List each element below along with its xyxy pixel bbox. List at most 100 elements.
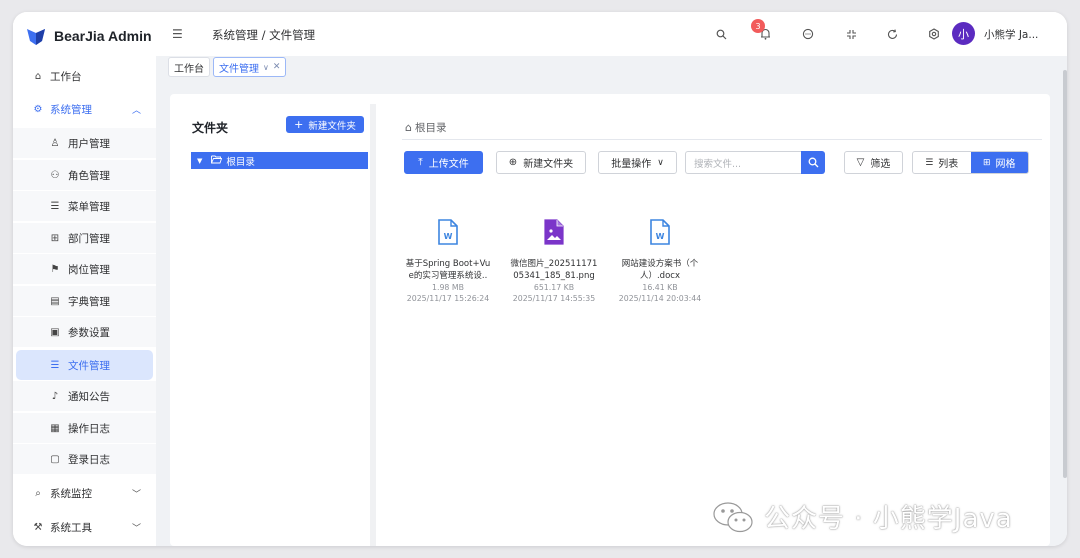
sidebar-item-params[interactable]: ▣ 参数设置 [13, 317, 156, 347]
upload-label: 上传文件 [428, 159, 469, 170]
fullscreen-icon[interactable] [844, 27, 858, 41]
book-icon: ▤ [50, 295, 60, 307]
sidebar-item-label: 通知公告 [68, 390, 110, 403]
plus-icon: + [294, 118, 304, 131]
file-breadcrumb[interactable]: ⌂ 根目录 [405, 120, 446, 135]
clipboard-icon: ▦ [50, 422, 60, 434]
sidebar-item-roles[interactable]: ⚇ 角色管理 [13, 160, 156, 190]
sidebar-item-label: 工作台 [50, 70, 82, 83]
sidebar-item-label: 文件管理 [68, 359, 110, 372]
top-header: ☰ 系统管理 / 文件管理 3 小 小熊学 Ja... [156, 12, 1067, 56]
sidebar-item-files[interactable]: ☰ 文件管理 [16, 350, 153, 380]
gear-icon: ⚙ [33, 103, 43, 115]
breadcrumb: 系统管理 / 文件管理 [212, 28, 316, 42]
chevron-down-icon: ﹀ [131, 523, 141, 534]
username[interactable]: 小熊学 Ja... [984, 27, 1038, 42]
app-title: BearJia Admin [54, 28, 152, 44]
file-size: 16.41 KB [642, 283, 678, 292]
sidebar-item-users[interactable]: ♙ 用户管理 [13, 128, 156, 158]
settings-doc-icon: ▣ [50, 326, 60, 338]
new-folder-toolbar-button[interactable]: ⊕ 新建文件夹 [496, 151, 586, 174]
sidebar-item-notices[interactable]: ♪ 通知公告 [13, 381, 156, 411]
sidebar-item-oplog[interactable]: ▦ 操作日志 [13, 413, 156, 443]
sidebar-item-label: 系统管理 [50, 103, 92, 116]
app-logo[interactable]: BearJia Admin [25, 25, 152, 47]
sidebar-group-monitor[interactable]: ⌕ 系统监控 ﹀ [13, 478, 156, 508]
sidebar-item-loginlog[interactable]: ▢ 登录日志 [13, 444, 156, 474]
chevron-up-icon: ︿ [131, 105, 141, 116]
view-grid-button[interactable]: ⊞ 网格 [970, 152, 1028, 173]
new-folder-label: 新建文件夹 [308, 120, 356, 132]
user-icon: ♙ [50, 137, 60, 149]
folder-panel: 文件夹 + 新建文件夹 ▼ 根目录 [180, 104, 376, 546]
svg-text:W: W [656, 232, 665, 241]
sidebar-item-posts[interactable]: ⚑ 岗位管理 [13, 254, 156, 284]
file-card[interactable]: 微信图片_20251117105341_185_81.png 651.17 KB… [510, 219, 598, 304]
folder-plus-icon: ⊕ [508, 157, 518, 168]
content-card: 文件夹 + 新建文件夹 ▼ 根目录 ⌂ 根目录 ⤒ 上传文件 ⊕ 新建文件夹 批… [170, 94, 1050, 546]
sidebar-item-label: 参数设置 [68, 326, 110, 339]
list-icon: ☰ [925, 157, 934, 168]
file-name: 微信图片_20251117105341_185_81.png [510, 259, 598, 281]
watermark-text: 公众号 · 小熊学Java [764, 504, 1013, 534]
sidebar-item-label: 用户管理 [68, 137, 110, 150]
sidebar-item-menus[interactable]: ☰ 菜单管理 [13, 191, 156, 221]
file-size: 651.17 KB [533, 283, 575, 292]
close-icon[interactable]: ✕ [273, 62, 281, 72]
menu-fold-icon[interactable]: ☰ [172, 27, 183, 41]
sidebar-group-tools[interactable]: ⚒ 系统工具 ﹀ [13, 512, 156, 542]
upload-button[interactable]: ⤒ 上传文件 [404, 151, 483, 174]
sidebar-item-dictionary[interactable]: ▤ 字典管理 [13, 286, 156, 316]
home-icon: ⌂ [34, 70, 42, 82]
filter-button[interactable]: ▽ 筛选 [844, 151, 903, 174]
flag-icon: ⚑ [50, 263, 60, 275]
folder-panel-title: 文件夹 [192, 121, 229, 135]
settings-icon[interactable] [927, 27, 941, 41]
message-icon[interactable] [801, 27, 815, 41]
batch-operations-button[interactable]: 批量操作 ∨ [598, 151, 677, 174]
search-button[interactable] [801, 151, 825, 174]
view-list-button[interactable]: ☰ 列表 [913, 152, 971, 173]
new-folder-button[interactable]: + 新建文件夹 [286, 116, 364, 133]
file-card[interactable]: W 网站建设方案书（个人）.docx 16.41 KB 2025/11/14 2… [616, 219, 704, 304]
tab-label: 文件管理 [219, 63, 259, 75]
tab-label: 工作台 [174, 63, 204, 75]
main-area: 工作台 文件管理 ∨ ✕ 文件夹 + 新建文件夹 ▼ 根目录 ⌂ 根目录 ⤒ 上… [156, 56, 1067, 546]
search-input[interactable]: 搜索文件... [685, 151, 801, 174]
folder-open-icon [211, 155, 223, 167]
tab-dashboard[interactable]: 工作台 [168, 57, 210, 77]
sidebar-item-label: 操作日志 [68, 422, 110, 435]
sidebar-item-label: 菜单管理 [68, 200, 110, 213]
sidebar-item-dashboard[interactable]: ⌂ 工作台 [13, 61, 156, 91]
home-icon: ⌂ [405, 121, 412, 134]
monitor-icon: ⌕ [35, 487, 41, 499]
chevron-down-icon: ﹀ [131, 489, 141, 500]
tab-file-management[interactable]: 文件管理 ∨ ✕ [213, 57, 287, 77]
file-breadcrumb-label: 根目录 [414, 122, 447, 134]
chevron-down-icon: ∨ [657, 157, 664, 168]
svg-text:W: W [444, 232, 453, 241]
watermark: 公众号 · 小熊学Java [712, 498, 1013, 535]
refresh-icon[interactable] [885, 27, 899, 41]
file-size: 1.98 MB [432, 283, 464, 292]
tree-node-root[interactable]: ▼ 根目录 [191, 152, 368, 169]
word-file-icon: W [438, 219, 458, 245]
role-icon: ⚇ [50, 169, 60, 181]
sidebar-group-system[interactable]: ⚙ 系统管理 ︿ [13, 94, 156, 124]
bell-icon: ♪ [51, 390, 59, 402]
scrollbar[interactable] [1063, 70, 1067, 478]
sidebar-item-departments[interactable]: ⊞ 部门管理 [13, 223, 156, 253]
chevron-down-icon[interactable]: ∨ [263, 63, 269, 72]
sidebar-item-label: 系统监控 [50, 487, 92, 500]
file-card[interactable]: W 基于Spring Boot+Vue的实习管理系统设.. 1.98 MB 20… [404, 219, 492, 304]
file-name: 基于Spring Boot+Vue的实习管理系统设.. [405, 259, 491, 281]
avatar[interactable]: 小 [952, 22, 975, 45]
batch-label: 批量操作 [611, 159, 652, 170]
sidebar-item-label: 岗位管理 [68, 263, 110, 276]
search-icon [808, 157, 818, 168]
sidebar-item-label: 登录日志 [68, 453, 110, 466]
search-icon[interactable] [714, 27, 728, 41]
caret-down-icon[interactable]: ▼ [197, 157, 202, 165]
view-toggle: ☰ 列表 ⊞ 网格 [912, 151, 1029, 174]
file-date: 2025/11/17 15:26:24 [406, 294, 490, 303]
